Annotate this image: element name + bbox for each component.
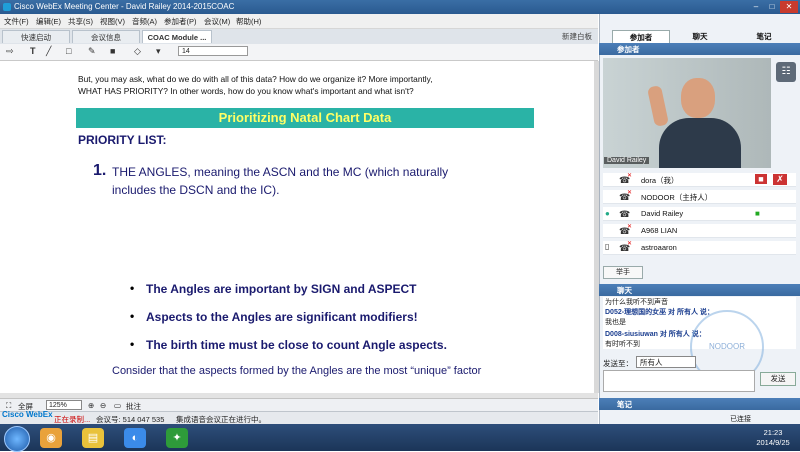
phone-icon: ☎ xyxy=(619,209,631,219)
page-icon[interactable]: ▭ xyxy=(114,401,121,410)
chat-line: D052-理想国的女巫 对 所有人 说： xyxy=(605,309,714,316)
zoom-in-icon[interactable]: ⊕ xyxy=(88,401,94,410)
participant-row[interactable]: ☎ ✕ A968 LIAN xyxy=(603,224,796,238)
mobile-icon: ▯ xyxy=(605,242,610,251)
speaker-body xyxy=(659,118,741,168)
zoom-out-icon[interactable]: ⊖ xyxy=(100,401,106,410)
participant-row[interactable]: ● ☎ David Railey ■ xyxy=(603,207,796,221)
document-tabs: 快速启动 会议信息 COAC Module ... 新建白板 xyxy=(0,29,598,45)
globe-icon: ● xyxy=(605,209,610,218)
window-title: Cisco WebEx Meeting Center - David Raile… xyxy=(14,2,235,11)
participant-name: dora（我） xyxy=(641,176,679,185)
new-whiteboard-tab[interactable]: 新建白板 xyxy=(562,31,592,42)
participant-row[interactable]: ☎ ✕ dora（我） ■ ✗ xyxy=(603,173,796,187)
eraser-icon[interactable]: ◇ xyxy=(134,46,141,57)
intro-line-2: WHAT HAS PRIORITY? In other words, how d… xyxy=(78,86,414,96)
zoom-bar: ⛶ 全屏 125% ⊕ ⊖ ▭ 批注 xyxy=(0,398,598,412)
participant-row[interactable]: ▯ ☎ ✕ astroaaron xyxy=(603,241,796,255)
chat-panel-header: 聊天 xyxy=(599,284,800,296)
participants-header-label: 参加者 xyxy=(617,45,640,54)
font-size-select[interactable]: 14 xyxy=(178,46,248,56)
video-layout-icon[interactable]: ☷ xyxy=(776,62,796,82)
item-1-line-1: THE ANGLES, meaning the ASCN and the MC … xyxy=(112,165,449,179)
title-bar: Cisco WebEx Meeting Center - David Raile… xyxy=(0,0,800,14)
participant-name: astroaaron xyxy=(641,243,677,252)
browser-icon[interactable]: ◐ xyxy=(124,428,146,448)
tab-notes[interactable]: 笔记 xyxy=(736,30,792,43)
chat-line: 为什么我听不到声音 xyxy=(605,299,668,306)
video-name-label: David Railey xyxy=(604,157,650,164)
menu-meeting[interactable]: 会议(M) xyxy=(204,16,230,27)
bullet-text: Aspects to the Angles are significant mo… xyxy=(146,310,418,324)
bullet-icon: • xyxy=(130,281,135,295)
bullet-text: The birth time must be close to count An… xyxy=(146,338,447,352)
chat-line: 有时听不到 xyxy=(605,341,640,348)
chat-line: 我也是 xyxy=(605,319,626,326)
chrome-icon[interactable]: ◉ xyxy=(40,428,62,448)
camera-icon: ■ xyxy=(755,209,760,218)
menu-participant[interactable]: 参加者(P) xyxy=(164,16,197,27)
text-tool-icon[interactable]: T xyxy=(30,46,36,56)
menu-audio[interactable]: 音频(A) xyxy=(132,16,157,27)
annotation-toolbar: ⇨ T ╱ □ ✎ ■ ◇ ▾ 14 xyxy=(0,44,598,61)
clock-time: 21:23 xyxy=(763,428,783,437)
item-1-line-2: includes the DSCN and the IC). xyxy=(112,183,280,197)
status-bar: 正在录制... 会议号: 514 047 535 集成语音会议正在进行中。 xyxy=(0,411,598,425)
color-tool-icon[interactable]: ■ xyxy=(110,46,115,56)
tab-chat[interactable]: 聊天 xyxy=(672,30,728,43)
rectangle-tool-icon[interactable]: □ xyxy=(66,46,71,56)
bullet-icon: • xyxy=(130,337,135,351)
folder-icon[interactable]: ▤ xyxy=(82,428,104,448)
tab-meeting-info[interactable]: 会议信息 xyxy=(72,30,140,43)
participant-name: A968 LIAN xyxy=(641,226,678,235)
priority-heading: PRIORITY LIST: xyxy=(78,133,167,147)
send-to-select[interactable]: 所有人 xyxy=(636,356,696,368)
clock-date: 2014/9/25 xyxy=(756,438,790,447)
bullet-icon: • xyxy=(130,309,135,323)
tab-quick-start[interactable]: 快速启动 xyxy=(2,30,70,43)
bullet-text: The Angles are important by SIGN and ASP… xyxy=(146,282,417,296)
webex-task-icon[interactable]: ✦ xyxy=(166,428,188,448)
raise-hand-button[interactable]: 举手 xyxy=(603,266,643,279)
participant-row[interactable]: ☎ ✕ NODOOR（主持人） xyxy=(603,190,796,204)
webex-logo-icon xyxy=(3,3,11,11)
video-feed xyxy=(603,58,771,168)
item-number: 1. xyxy=(93,162,107,179)
windows-taskbar xyxy=(0,424,800,451)
connection-status: 已连接 xyxy=(730,416,751,423)
menu-share[interactable]: 共享(S) xyxy=(68,16,93,27)
pen-tool-icon[interactable]: ✎ xyxy=(88,46,96,57)
minimize-button[interactable]: – xyxy=(748,1,764,13)
participant-name: NODOOR（主持人） xyxy=(641,193,713,202)
speaker-head xyxy=(681,78,715,118)
chevron-down-icon[interactable]: ▾ xyxy=(156,46,161,57)
menu-bar: 文件(F) 编辑(E) 共享(S) 视图(V) 音频(A) 参加者(P) 会议(… xyxy=(0,14,598,29)
chat-header-label: 聊天 xyxy=(617,286,632,295)
consider-text: Consider that the aspects formed by the … xyxy=(112,365,482,377)
notes-header-label: 笔记 xyxy=(617,400,632,409)
participants-panel-header: 参加者 xyxy=(599,43,800,55)
send-to-label: 发送至： xyxy=(603,359,633,368)
send-button[interactable]: 发送 xyxy=(760,372,796,386)
section-banner: Prioritizing Natal Chart Data xyxy=(76,108,534,128)
tab-coac-module[interactable]: COAC Module ... xyxy=(142,30,212,43)
system-clock: 21:23 2014/9/25 xyxy=(748,428,798,448)
start-button[interactable] xyxy=(4,426,30,452)
menu-help[interactable]: 帮助(H) xyxy=(236,16,261,27)
mute-icon[interactable]: ✗ xyxy=(773,174,787,185)
close-button[interactable]: ✕ xyxy=(780,1,798,13)
camera-icon[interactable]: ■ xyxy=(755,174,767,184)
menu-edit[interactable]: 编辑(E) xyxy=(36,16,61,27)
notes-panel-header: 笔记 xyxy=(599,398,800,410)
intro-line-1: But, you may ask, what do we do with all… xyxy=(78,74,433,84)
menu-view[interactable]: 视图(V) xyxy=(100,16,125,27)
webex-brand-logo: Cisco WebEx xyxy=(2,410,53,419)
zoom-select[interactable]: 125% xyxy=(46,400,82,410)
participant-name: David Railey xyxy=(641,209,684,218)
maximize-button[interactable]: □ xyxy=(764,1,780,13)
pointer-icon[interactable]: ⇨ xyxy=(6,46,14,57)
menu-file[interactable]: 文件(F) xyxy=(4,16,29,27)
chat-input[interactable] xyxy=(603,370,755,392)
line-tool-icon[interactable]: ╱ xyxy=(46,46,51,57)
